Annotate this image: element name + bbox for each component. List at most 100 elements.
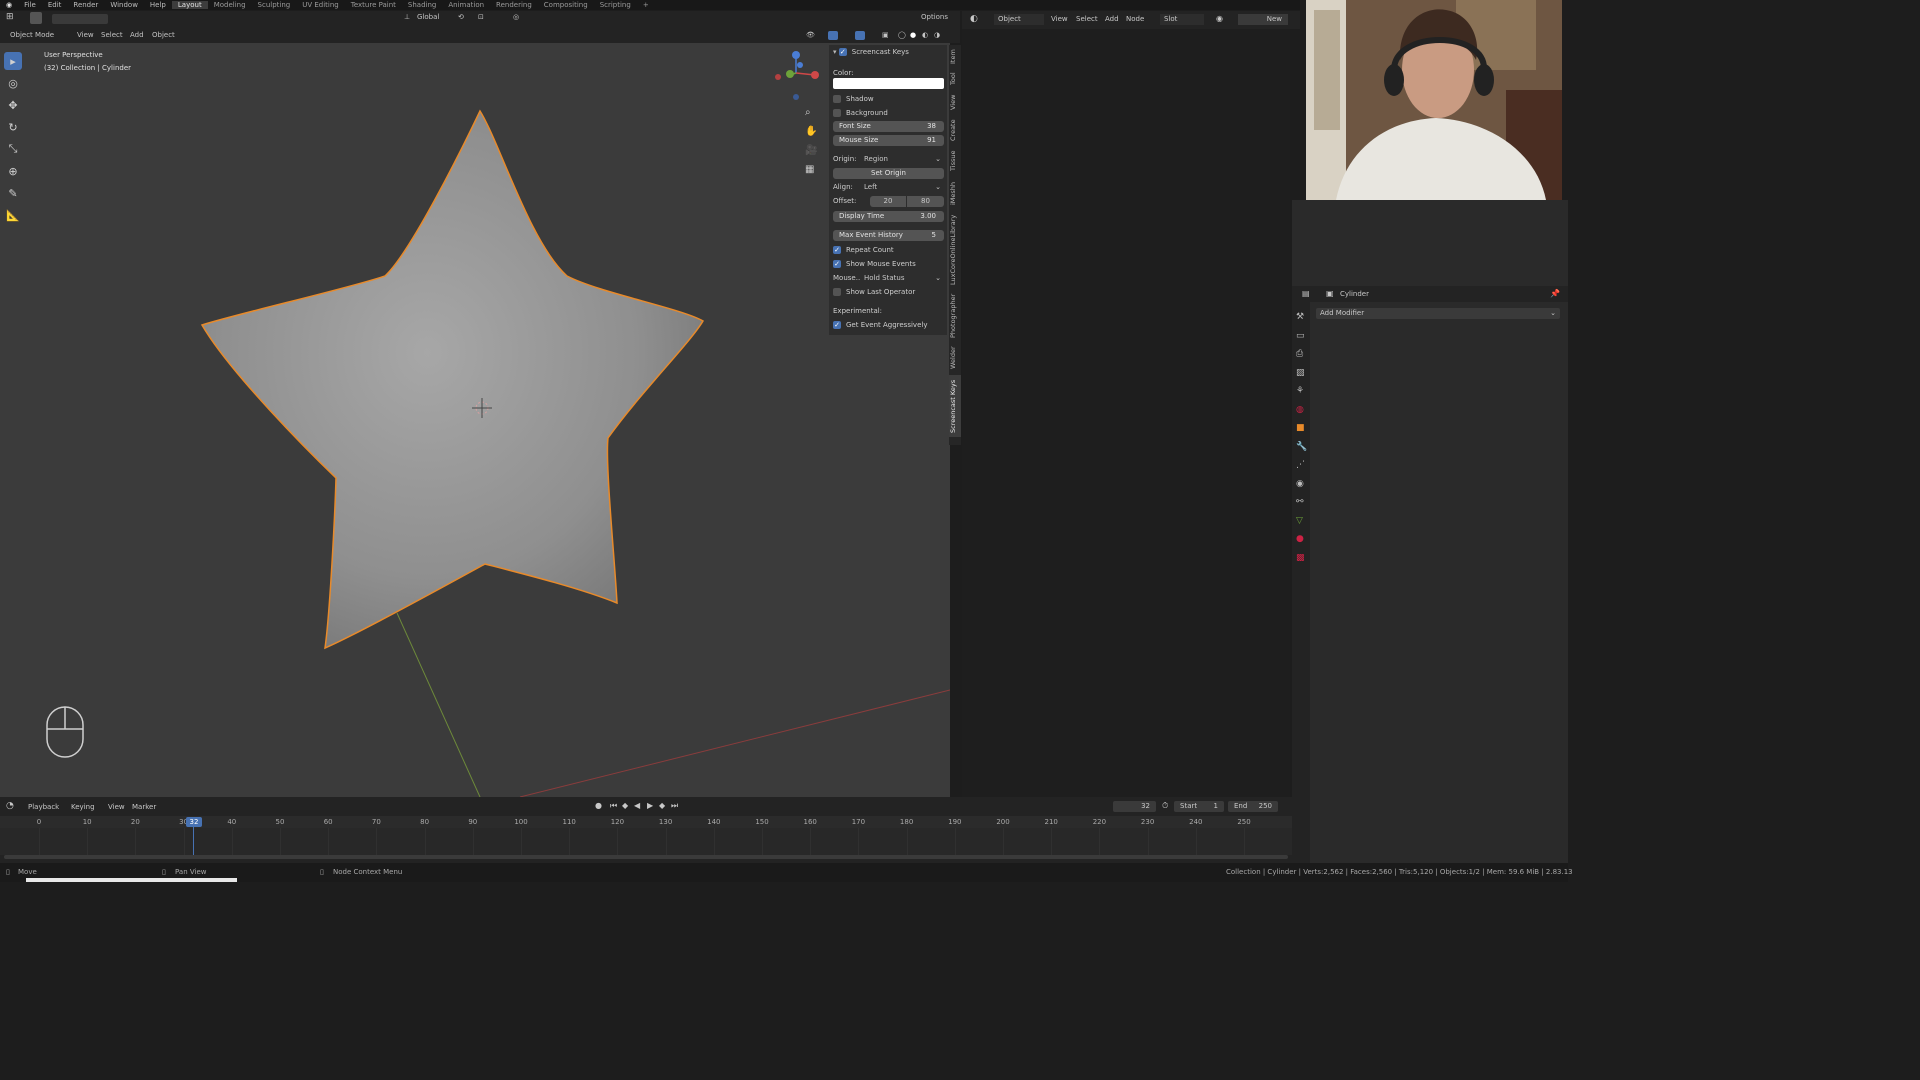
jump-end-icon[interactable]: ⏭ — [671, 801, 678, 811]
view-layer-props-icon[interactable]: ▨ — [1296, 364, 1308, 383]
sidebar-tab-tool[interactable]: Tool — [949, 69, 961, 89]
shading-rendered-icon[interactable]: ◑ — [934, 31, 940, 39]
show-mouse-events-checkbox[interactable]: ✓ — [833, 260, 841, 268]
node-menu-node[interactable]: Node — [1126, 15, 1144, 23]
mouse-size-field[interactable]: Mouse Size 91 — [833, 135, 944, 146]
add-modifier-dropdown[interactable]: Add Modifier ⌄ — [1316, 308, 1560, 319]
node-editor-type-icon[interactable]: ◐ — [970, 14, 978, 24]
move-tool-icon[interactable]: ✥ — [4, 96, 22, 114]
menu-object[interactable]: Object — [152, 31, 175, 39]
gizmo-toggle-icon[interactable] — [828, 31, 838, 40]
material-props-icon[interactable]: ● — [1296, 530, 1308, 549]
sidebar-tab-screencast-keys[interactable]: Screencast Keys — [949, 375, 961, 437]
workspace-tab-sculpting[interactable]: Sculpting — [252, 1, 297, 9]
overlay-toggle-icon[interactable] — [855, 31, 865, 40]
sidebar-tab-item[interactable]: Item — [949, 47, 961, 67]
node-menu-select[interactable]: Select — [1076, 15, 1098, 23]
workspace-tab-rendering[interactable]: Rendering — [490, 1, 538, 9]
object-mode-dropdown[interactable]: Object Mode — [10, 31, 54, 39]
align-dropdown[interactable]: Left ⌄ — [860, 182, 944, 193]
sidebar-tab-welder[interactable]: Welder — [949, 343, 961, 373]
xray-icon[interactable]: ▣ — [882, 31, 889, 39]
record-icon[interactable]: ● — [595, 801, 602, 810]
sidebar-tab-imeshh[interactable]: iMeshh — [949, 177, 961, 209]
timeline-scrollbar[interactable] — [4, 855, 1288, 859]
orientation-dropdown[interactable]: Global — [417, 13, 439, 21]
font-size-field[interactable]: Font Size 38 — [833, 121, 944, 132]
shading-wireframe-icon[interactable]: ◯ — [898, 31, 906, 39]
color-swatch[interactable] — [833, 78, 944, 89]
workspace-tab-animation[interactable]: Animation — [442, 1, 490, 9]
workspace-tab-texture-paint[interactable]: Texture Paint — [345, 1, 402, 9]
shadow-checkbox[interactable] — [833, 95, 841, 103]
get-event-aggressively-checkbox[interactable]: ✓ — [833, 321, 841, 329]
jump-start-icon[interactable]: ⏮ — [610, 801, 617, 811]
node-menu-add[interactable]: Add — [1105, 15, 1119, 23]
camera-view-icon[interactable]: 🎥 — [805, 141, 821, 160]
menu-file[interactable]: File — [18, 1, 42, 9]
render-props-icon[interactable]: ▭ — [1296, 327, 1308, 346]
origin-dropdown[interactable]: Region ⌄ — [860, 154, 944, 165]
menu-render[interactable]: Render — [67, 1, 104, 9]
background-checkbox[interactable] — [833, 109, 841, 117]
transform-tool-icon[interactable]: ⊕ — [4, 162, 22, 180]
menu-add[interactable]: Add — [130, 31, 144, 39]
scale-tool-icon[interactable]: ⤡ — [4, 140, 22, 158]
repeat-count-checkbox[interactable]: ✓ — [833, 246, 841, 254]
snap-icon[interactable]: ⊡ — [478, 13, 484, 21]
pan-hand-icon[interactable]: ✋ — [805, 122, 821, 141]
shading-solid-icon[interactable]: ● — [910, 31, 916, 39]
particles-props-icon[interactable]: ⋰ — [1296, 456, 1308, 475]
zoom-icon[interactable]: ⌕ — [805, 103, 821, 122]
pivot-icon[interactable]: ⟲ — [458, 13, 464, 21]
add-workspace-button[interactable]: + — [637, 1, 655, 9]
blender-logo-icon[interactable]: ◉ — [0, 1, 18, 9]
node-object-dropdown[interactable]: Object — [994, 14, 1044, 25]
sidebar-tab-view[interactable]: View — [949, 91, 961, 113]
start-frame-field[interactable]: Start 1 — [1174, 801, 1224, 812]
workspace-tab-uv-editing[interactable]: UV Editing — [296, 1, 345, 9]
pin-icon[interactable]: 📌 — [1550, 289, 1560, 298]
data-props-icon[interactable]: ▽ — [1296, 512, 1308, 531]
ortho-grid-icon[interactable]: ▦ — [805, 160, 821, 179]
workspace-tab-scripting[interactable]: Scripting — [594, 1, 637, 9]
menu-edit[interactable]: Edit — [42, 1, 68, 9]
workspace-tab-shading[interactable]: Shading — [402, 1, 442, 9]
play-icon[interactable]: ▶ — [647, 801, 653, 810]
slot-dropdown[interactable]: Slot — [1160, 14, 1204, 25]
output-props-icon[interactable]: ⎙ — [1296, 345, 1308, 364]
node-menu-view[interactable]: View — [1051, 15, 1068, 23]
play-reverse-icon[interactable]: ◀ — [634, 801, 640, 810]
select-tool-icon[interactable]: ▸ — [4, 52, 22, 70]
current-frame-field[interactable]: 32 — [1113, 801, 1156, 812]
material-browse-icon[interactable]: ◉ — [1216, 14, 1223, 23]
cursor-tool-icon[interactable]: ◎ — [4, 74, 22, 92]
menu-view[interactable]: View — [77, 31, 94, 39]
prev-keyframe-icon[interactable]: ◆ — [622, 801, 628, 810]
object-props-icon[interactable]: ■ — [1296, 419, 1308, 438]
menu-help[interactable]: Help — [144, 1, 172, 9]
clock-icon[interactable]: ⏱ — [1162, 801, 1168, 811]
max-event-history-field[interactable]: Max Event History 5 — [833, 230, 944, 241]
proportional-edit-icon[interactable]: ◎ — [513, 13, 519, 21]
rotate-tool-icon[interactable]: ↻ — [4, 118, 22, 136]
select-box-tool-icon[interactable] — [30, 12, 42, 24]
timeline-menu-playback[interactable]: Playback — [28, 803, 59, 811]
show-last-operator-checkbox[interactable] — [833, 288, 841, 296]
panel-collapse-icon[interactable]: ▾ — [833, 48, 837, 56]
world-props-icon[interactable]: ◍ — [1296, 401, 1308, 420]
shading-material-icon[interactable]: ◐ — [922, 31, 928, 39]
sidebar-tab-create[interactable]: Create — [949, 115, 961, 145]
set-origin-button[interactable]: Set Origin — [833, 168, 944, 179]
modifier-props-icon[interactable]: 🔧 — [1296, 438, 1308, 457]
texture-props-icon[interactable]: ▩ — [1296, 549, 1308, 568]
mouse-mode-dropdown[interactable]: Hold Status ⌄ — [860, 273, 944, 284]
next-keyframe-icon[interactable]: ◆ — [659, 801, 665, 810]
workspace-tab-compositing[interactable]: Compositing — [538, 1, 594, 9]
workspace-tab-layout[interactable]: Layout — [171, 1, 208, 9]
screencast-keys-enable-checkbox[interactable]: ✓ — [838, 48, 847, 56]
scene-props-icon[interactable]: ⚘ — [1296, 382, 1308, 401]
playhead-frame-badge[interactable]: 32 — [186, 817, 202, 827]
annotate-tool-icon[interactable]: ✎ — [4, 184, 22, 202]
offset-x-field[interactable]: 20 — [870, 196, 906, 207]
